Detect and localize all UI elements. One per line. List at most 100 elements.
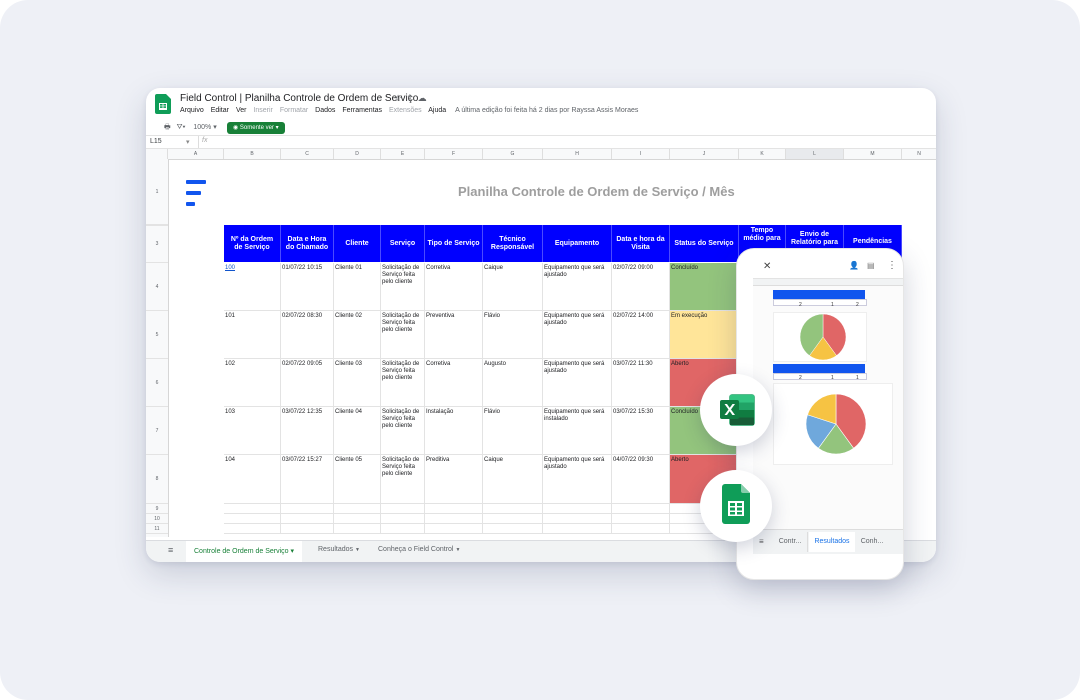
table-cell[interactable]: Cliente 05 bbox=[334, 455, 381, 504]
menu-inserir[interactable]: Inserir bbox=[253, 107, 272, 114]
table-cell[interactable]: 104 bbox=[224, 455, 281, 504]
column-header[interactable]: D bbox=[334, 149, 381, 159]
row-header[interactable]: 4 bbox=[146, 263, 168, 311]
tab-controle-de-ordem[interactable]: Controle de Ordem de Serviço ▾ bbox=[186, 541, 303, 562]
empty-cell[interactable] bbox=[224, 524, 281, 534]
last-edit-link[interactable]: A última edição foi feita há 2 dias por … bbox=[455, 107, 638, 114]
empty-cell[interactable] bbox=[334, 514, 381, 524]
column-header[interactable]: A bbox=[168, 149, 224, 159]
table-cell[interactable]: Solicitação de Serviço feita pelo client… bbox=[381, 311, 425, 359]
menu-arquivo[interactable]: Arquivo bbox=[180, 107, 204, 114]
table-cell[interactable]: 03/07/22 15:30 bbox=[612, 407, 670, 455]
table-cell[interactable]: 02/07/22 08:30 bbox=[281, 311, 334, 359]
table-cell[interactable]: Solicitação de Serviço feita pelo client… bbox=[381, 455, 425, 504]
column-header[interactable]: K bbox=[739, 149, 786, 159]
column-header[interactable]: M bbox=[844, 149, 902, 159]
empty-cell[interactable] bbox=[612, 524, 670, 534]
column-header[interactable]: L bbox=[786, 149, 844, 159]
empty-cell[interactable] bbox=[281, 514, 334, 524]
column-header[interactable]: N bbox=[902, 149, 936, 159]
column-header[interactable]: J bbox=[670, 149, 739, 159]
table-cell[interactable]: Caique bbox=[483, 455, 543, 504]
column-header[interactable]: I bbox=[612, 149, 670, 159]
table-cell[interactable]: 02/07/22 09:00 bbox=[612, 263, 670, 311]
table-cell[interactable]: 103 bbox=[224, 407, 281, 455]
cloud-status-icon[interactable]: ☁ bbox=[418, 93, 431, 103]
table-cell[interactable]: Flávio bbox=[483, 407, 543, 455]
table-cell[interactable]: Corretiva bbox=[425, 359, 483, 407]
table-cell[interactable]: Cliente 03 bbox=[334, 359, 381, 407]
row-header[interactable]: 9 bbox=[146, 504, 168, 514]
all-sheets-icon[interactable]: ≡ bbox=[759, 537, 764, 546]
header-cell[interactable]: Técnico Responsável bbox=[483, 225, 543, 262]
empty-cell[interactable] bbox=[543, 524, 612, 534]
table-cell[interactable]: Solicitação de Serviço feita pelo client… bbox=[381, 407, 425, 455]
menu-formatar[interactable]: Formatar bbox=[280, 107, 308, 114]
menu-ferramentas[interactable]: Ferramentas bbox=[342, 107, 382, 114]
table-cell[interactable]: Cliente 02 bbox=[334, 311, 381, 359]
empty-cell[interactable] bbox=[281, 504, 334, 514]
table-cell[interactable]: 02/07/22 09:05 bbox=[281, 359, 334, 407]
table-cell[interactable]: Preditiva bbox=[425, 455, 483, 504]
print-icon[interactable]: 🖶 bbox=[164, 124, 171, 131]
empty-cell[interactable] bbox=[483, 524, 543, 534]
menu-ver[interactable]: Ver bbox=[236, 107, 247, 114]
empty-cell[interactable] bbox=[224, 504, 281, 514]
table-cell[interactable]: Corretiva bbox=[425, 263, 483, 311]
header-cell[interactable]: Serviço bbox=[381, 225, 425, 262]
empty-cell[interactable] bbox=[224, 514, 281, 524]
header-cell[interactable]: Data e hora da Visita bbox=[612, 225, 670, 262]
menu-dados[interactable]: Dados bbox=[315, 107, 335, 114]
view-only-button[interactable]: ◉ Somente ver ▾ bbox=[227, 122, 285, 134]
filter-icon[interactable]: ⛛▾ bbox=[177, 124, 186, 131]
table-cell[interactable]: 01/07/22 10:15 bbox=[281, 263, 334, 311]
column-header[interactable]: C bbox=[281, 149, 334, 159]
empty-cell[interactable] bbox=[543, 504, 612, 514]
zoom-chevron-icon[interactable]: ▾ bbox=[213, 124, 217, 131]
table-cell[interactable]: Solicitação de Serviço feita pelo client… bbox=[381, 263, 425, 311]
empty-cell[interactable] bbox=[612, 504, 670, 514]
header-cell[interactable]: Data e Hora do Chamado bbox=[281, 225, 334, 262]
column-header[interactable]: F bbox=[425, 149, 483, 159]
table-cell[interactable]: Cliente 01 bbox=[334, 263, 381, 311]
empty-cell[interactable] bbox=[334, 504, 381, 514]
tab-resultados[interactable]: Resultados ▼ bbox=[318, 546, 360, 553]
empty-cell[interactable] bbox=[281, 524, 334, 534]
empty-cell[interactable] bbox=[334, 524, 381, 534]
row-header[interactable]: 8 bbox=[146, 455, 168, 504]
phone-tab[interactable]: Conh... bbox=[857, 532, 887, 552]
table-cell[interactable]: Instalação bbox=[425, 407, 483, 455]
row-header[interactable]: 10 bbox=[146, 514, 168, 524]
close-icon[interactable]: ✕ bbox=[763, 261, 771, 272]
table-cell[interactable]: 03/07/22 11:30 bbox=[612, 359, 670, 407]
column-header[interactable]: H bbox=[543, 149, 612, 159]
google-sheets-icon[interactable] bbox=[155, 94, 171, 114]
table-cell[interactable]: Caique bbox=[483, 263, 543, 311]
table-cell[interactable]: Cliente 04 bbox=[334, 407, 381, 455]
name-box[interactable]: L15 bbox=[150, 138, 162, 145]
menu-extensoes[interactable]: Extensões bbox=[389, 107, 422, 114]
column-header[interactable]: E bbox=[381, 149, 425, 159]
table-cell[interactable]: Augusto bbox=[483, 359, 543, 407]
row-header[interactable]: 3 bbox=[146, 226, 168, 263]
name-box-chevron-icon[interactable]: ▾ bbox=[186, 138, 190, 146]
table-cell[interactable]: 02/07/22 14:00 bbox=[612, 311, 670, 359]
header-cell[interactable]: Status do Serviço bbox=[670, 225, 739, 262]
table-cell[interactable]: Equipamento que será ajustado bbox=[543, 311, 612, 359]
table-cell[interactable]: Equipamento que será instalado bbox=[543, 407, 612, 455]
empty-cell[interactable] bbox=[425, 524, 483, 534]
empty-cell[interactable] bbox=[381, 504, 425, 514]
phone-tab-active[interactable]: Resultados bbox=[809, 532, 855, 552]
document-title[interactable]: Field Control | Planilha Controle de Ord… bbox=[180, 93, 418, 104]
empty-cell[interactable] bbox=[483, 514, 543, 524]
table-cell[interactable]: Solicitação de Serviço feita pelo client… bbox=[381, 359, 425, 407]
add-person-icon[interactable]: 👤 bbox=[849, 261, 859, 270]
empty-cell[interactable] bbox=[543, 514, 612, 524]
table-cell[interactable]: 102 bbox=[224, 359, 281, 407]
zoom-select[interactable]: 100% bbox=[193, 124, 211, 131]
row-header[interactable]: 11 bbox=[146, 524, 168, 534]
column-header[interactable]: B bbox=[224, 149, 281, 159]
star-icon[interactable]: ☆ bbox=[394, 93, 406, 103]
table-cell[interactable]: Flávio bbox=[483, 311, 543, 359]
status-cell[interactable]: Concluído bbox=[670, 263, 739, 311]
